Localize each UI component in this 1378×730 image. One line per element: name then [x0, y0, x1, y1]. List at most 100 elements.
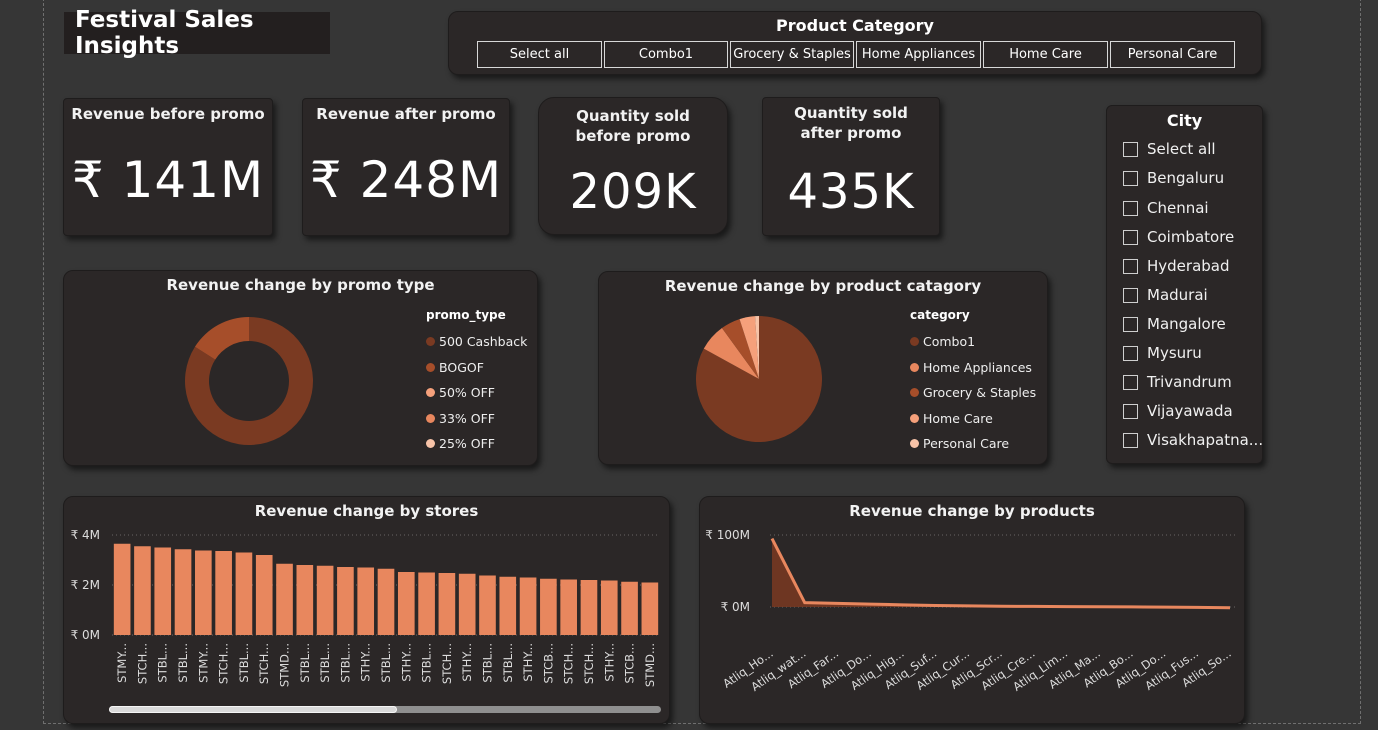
checkbox[interactable] — [1123, 345, 1138, 361]
city-option-visakhapatnam[interactable]: Visakhapatna... — [1123, 431, 1263, 449]
bar[interactable] — [235, 552, 253, 636]
legend-item[interactable]: Home Care — [910, 406, 1036, 432]
x-tick-label: STBL... — [156, 643, 170, 683]
city-option-label: Coimbatore — [1147, 228, 1235, 246]
legend-marker — [426, 413, 435, 423]
product-category-pie — [696, 316, 822, 442]
bar[interactable] — [580, 580, 598, 635]
bar[interactable] — [499, 576, 517, 635]
bar[interactable] — [296, 565, 314, 635]
bar[interactable] — [519, 577, 537, 636]
city-option-mysuru[interactable]: Mysuru — [1123, 344, 1202, 362]
checkbox[interactable] — [1123, 170, 1138, 186]
legend-item[interactable]: BOGOF — [426, 355, 527, 381]
checkbox[interactable] — [1123, 287, 1138, 303]
bar[interactable] — [195, 550, 212, 636]
x-tick-label: STCH... — [257, 643, 271, 684]
kpi-label: Quantity sold before promo — [575, 107, 691, 145]
y-tick-label: ₹ 2M — [71, 578, 100, 592]
bar[interactable] — [377, 568, 395, 635]
city-option-madurai[interactable]: Madurai — [1123, 286, 1208, 304]
legend-item[interactable]: 50% OFF — [426, 380, 527, 406]
x-tick-label: STMY... — [196, 643, 210, 683]
scrollbar-thumb[interactable] — [109, 706, 397, 713]
pc-option-grocery-staples[interactable]: Grocery & Staples — [730, 41, 854, 68]
checkbox[interactable] — [1123, 229, 1138, 245]
city-option-mangalore[interactable]: Mangalore — [1123, 315, 1226, 333]
city-slicer: City Select all Bengaluru Chennai Coimba… — [1106, 105, 1263, 464]
checkbox[interactable] — [1123, 403, 1138, 419]
bar[interactable] — [600, 580, 618, 636]
x-tick-label: STBL... — [338, 643, 352, 683]
bar[interactable] — [641, 582, 659, 636]
bar[interactable] — [255, 555, 273, 635]
pc-option-combo1[interactable]: Combo1 — [604, 41, 728, 68]
city-option-vijayawada[interactable]: Vijayawada — [1123, 402, 1233, 420]
checkbox[interactable] — [1123, 258, 1138, 274]
bar[interactable] — [418, 572, 435, 636]
bar[interactable] — [174, 549, 192, 635]
checkbox[interactable] — [1123, 141, 1138, 157]
x-tick-label: STHY... — [602, 643, 616, 682]
y-tick-label: ₹ 100M — [705, 528, 750, 542]
bar[interactable] — [540, 578, 557, 635]
legend-marker — [426, 439, 435, 449]
chart-title: Revenue change by product catagory — [664, 277, 982, 295]
legend-item[interactable]: Combo1 — [910, 329, 1036, 355]
city-option-select-all[interactable]: Select all — [1123, 140, 1216, 158]
kpi-quantity-before: Quantity sold before promo 209K — [538, 97, 728, 235]
bar[interactable] — [337, 567, 354, 635]
bar[interactable] — [397, 572, 415, 635]
bar[interactable] — [154, 547, 172, 636]
legend-item[interactable]: 500 Cashback — [426, 329, 527, 355]
bar[interactable] — [621, 581, 638, 635]
legend-marker — [910, 439, 919, 449]
kpi-value: 209K — [569, 164, 697, 220]
checkbox[interactable] — [1123, 374, 1138, 390]
bar[interactable] — [113, 543, 131, 635]
products-area-chart: ₹ 100M₹ 0MAtliq_Ho...Atliq_wat...Atliq_F… — [705, 528, 1238, 694]
city-option-bengaluru[interactable]: Bengaluru — [1123, 169, 1224, 187]
x-tick-label: STBL... — [237, 643, 251, 683]
bar[interactable] — [215, 551, 232, 635]
y-tick-label: ₹ 4M — [71, 528, 100, 542]
legend-item[interactable]: 33% OFF — [426, 406, 527, 432]
city-option-trivandrum[interactable]: Trivandrum — [1123, 373, 1232, 391]
x-tick-label: STMD... — [643, 643, 657, 687]
x-tick-label: STMD... — [278, 643, 292, 687]
checkbox[interactable] — [1123, 316, 1138, 332]
bar[interactable] — [438, 573, 456, 635]
checkbox[interactable] — [1123, 200, 1138, 216]
bar[interactable] — [276, 563, 293, 635]
pc-option-personal-care[interactable]: Personal Care — [1110, 41, 1235, 68]
kpi-label: Quantity sold after promo — [794, 104, 908, 142]
bar[interactable] — [560, 579, 577, 636]
pc-option-select-all[interactable]: Select all — [477, 41, 602, 68]
checkbox[interactable] — [1123, 432, 1138, 448]
series-line[interactable] — [770, 537, 1231, 610]
pc-option-home-appliances[interactable]: Home Appliances — [856, 41, 981, 68]
city-option-label: Hyderabad — [1147, 257, 1230, 275]
kpi-value: 435K — [787, 164, 915, 220]
bar[interactable] — [479, 575, 496, 636]
bar[interactable] — [316, 565, 334, 635]
horizontal-scrollbar[interactable] — [109, 706, 661, 713]
legend-item[interactable]: 25% OFF — [426, 431, 527, 457]
bar[interactable] — [458, 573, 476, 635]
bar[interactable] — [134, 546, 151, 635]
pc-option-home-care[interactable]: Home Care — [983, 41, 1108, 68]
bar[interactable] — [357, 567, 375, 636]
kpi-revenue-before: Revenue before promo ₹ 141M — [63, 98, 273, 236]
city-option-coimbatore[interactable]: Coimbatore — [1123, 228, 1234, 246]
city-option-hyderabad[interactable]: Hyderabad — [1123, 257, 1230, 275]
city-option-chennai[interactable]: Chennai — [1123, 199, 1209, 217]
kpi-value: ₹ 141M — [71, 151, 265, 209]
legend-item[interactable]: Personal Care — [910, 431, 1036, 457]
y-tick-label: ₹ 0M — [721, 600, 750, 614]
legend-label: Home Appliances — [923, 359, 1032, 375]
kpi-revenue-after: Revenue after promo ₹ 248M — [302, 98, 510, 236]
x-tick-label: STBL... — [420, 643, 434, 683]
x-tick-label: STBL... — [501, 643, 515, 683]
legend-item[interactable]: Home Appliances — [910, 355, 1036, 381]
legend-item[interactable]: Grocery & Staples — [910, 380, 1036, 406]
